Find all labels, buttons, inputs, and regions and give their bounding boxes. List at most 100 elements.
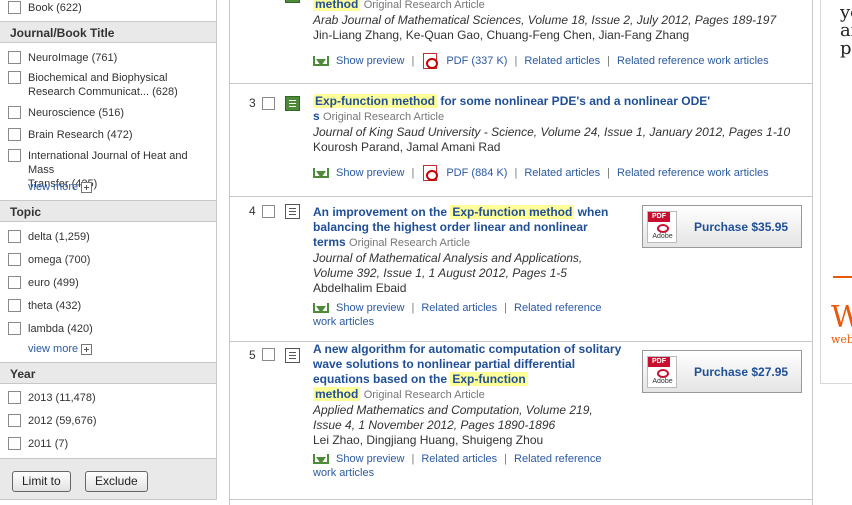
filter-topic-item[interactable]: omega (700) — [8, 253, 90, 267]
topic-view-more-link[interactable]: view more — [28, 343, 93, 355]
highlight-term[interactable]: method — [313, 387, 361, 401]
filter-year-item[interactable]: 2011 (7) — [8, 437, 68, 451]
checkbox[interactable] — [8, 106, 21, 119]
sidebar-ad-panel[interactable]: yc af pu W web — [820, 0, 852, 384]
view-more-label[interactable]: view more — [28, 181, 78, 193]
pdf-link[interactable]: PDF (337 K) — [446, 54, 507, 68]
result-title[interactable]: A new algorithm for automatic computatio… — [313, 342, 628, 357]
limit-to-button[interactable]: Limit to — [12, 471, 71, 492]
filter-label: delta (1,259) — [28, 231, 90, 243]
checkbox[interactable] — [8, 230, 21, 243]
related-reference-link[interactable]: Related reference work articles — [617, 54, 769, 68]
pdf-badge-text: PDF — [648, 212, 670, 222]
view-more-label[interactable]: view more — [28, 343, 78, 355]
checkbox[interactable] — [8, 299, 21, 312]
result-title[interactable]: An improvement on the Exp-function metho… — [313, 205, 618, 220]
checkbox[interactable] — [8, 276, 21, 289]
filter-year-item[interactable]: 2013 (11,478) — [8, 391, 96, 405]
journal-view-more-link[interactable]: view more — [28, 181, 93, 193]
highlight-term[interactable]: Exp-function method — [450, 205, 575, 219]
result-checkbox[interactable] — [262, 348, 275, 361]
purchase-label[interactable]: Purchase $35.95 — [694, 220, 788, 234]
result-title-line[interactable]: equations based on the Exp-function — [313, 372, 628, 387]
result-title-line[interactable]: s Original Research Article — [313, 109, 790, 125]
checkbox[interactable] — [8, 1, 21, 14]
show-preview-link[interactable]: Show preview — [336, 301, 404, 315]
full-text-icon[interactable] — [285, 0, 300, 3]
filter-journal-item[interactable]: NeuroImage (761) — [8, 51, 117, 65]
result-number: 3 — [249, 96, 256, 110]
filter-label: Neuroscience (516) — [28, 107, 124, 119]
highlight-term[interactable]: Exp-function — [450, 372, 528, 386]
related-reference-link[interactable]: Related reference — [514, 452, 601, 466]
show-preview-link[interactable]: Show preview — [336, 54, 404, 68]
result-checkbox[interactable] — [262, 97, 275, 110]
filter-book[interactable]: Book (622) — [8, 1, 82, 15]
checkbox[interactable] — [8, 149, 21, 162]
filter-label: 2013 (11,478) — [28, 392, 96, 404]
checkbox[interactable] — [8, 71, 21, 84]
result-checkbox[interactable] — [262, 205, 275, 218]
highlight-term[interactable]: method — [313, 0, 361, 11]
title-text[interactable]: equations based on the — [313, 372, 450, 386]
purchase-button[interactable]: PDF Adobe Purchase $35.95 — [642, 205, 802, 248]
title-text[interactable]: An improvement on the — [313, 205, 450, 219]
result-title-line[interactable]: method Original Research Article — [313, 387, 628, 403]
filter-journal-item[interactable]: Biochemical and Biophysical Research Com… — [8, 71, 178, 99]
title-text[interactable]: terms — [313, 235, 346, 249]
checkbox[interactable] — [8, 414, 21, 427]
related-articles-link[interactable]: Related articles — [524, 166, 600, 180]
title-text[interactable]: s — [313, 109, 320, 123]
related-reference-link-cont[interactable]: work articles — [313, 466, 628, 480]
result-title-line[interactable]: balancing the highest order linear and n… — [313, 220, 618, 235]
filter-journal-item[interactable]: Brain Research (472) — [8, 128, 133, 142]
expand-plus-icon[interactable] — [81, 343, 93, 355]
show-preview-icon[interactable] — [313, 301, 329, 315]
expand-plus-icon[interactable] — [81, 181, 93, 193]
full-text-icon[interactable] — [285, 96, 300, 111]
purchase-button[interactable]: PDF Adobe Purchase $27.95 — [642, 350, 802, 393]
topic-heading: Topic — [0, 200, 216, 222]
title-text[interactable]: for some nonlinear PDE's and a nonlinear… — [437, 94, 710, 108]
checkbox[interactable] — [8, 51, 21, 64]
abstract-icon[interactable] — [285, 204, 300, 219]
result-title[interactable]: method Original Research Article — [313, 0, 776, 13]
filter-year-item[interactable]: 2012 (59,676) — [8, 414, 97, 428]
show-preview-link[interactable]: Show preview — [336, 166, 404, 180]
adobe-badge-text: Adobe — [652, 378, 673, 385]
filter-topic-item[interactable]: delta (1,259) — [8, 230, 90, 244]
checkbox[interactable] — [8, 391, 21, 404]
result-title-line[interactable]: wave solutions to nonlinear partial diff… — [313, 357, 628, 372]
result-authors: Jin-Liang Zhang, Ke-Quan Gao, Chuang-Fen… — [313, 28, 690, 42]
filter-topic-item[interactable]: lambda (420) — [8, 322, 93, 336]
pdf-icon[interactable] — [423, 165, 439, 181]
related-articles-link[interactable]: Related articles — [421, 301, 497, 315]
highlight-term[interactable]: Exp-function method — [313, 94, 437, 108]
related-articles-link[interactable]: Related articles — [524, 54, 600, 68]
adobe-badge-text: Adobe — [652, 233, 673, 240]
related-reference-link-cont[interactable]: work articles — [313, 315, 618, 329]
pdf-icon[interactable] — [423, 53, 439, 69]
result-item: method Original Research Article Arab Jo… — [230, 0, 812, 84]
checkbox[interactable] — [8, 322, 21, 335]
purchase-label[interactable]: Purchase $27.95 — [694, 365, 788, 379]
related-reference-link[interactable]: Related reference — [514, 301, 601, 315]
filter-journal-item[interactable]: Neuroscience (516) — [8, 106, 124, 120]
title-text[interactable]: when — [574, 205, 609, 219]
result-title-line[interactable]: terms Original Research Article — [313, 235, 618, 251]
checkbox[interactable] — [8, 253, 21, 266]
related-articles-link[interactable]: Related articles — [421, 452, 497, 466]
checkbox[interactable] — [8, 128, 21, 141]
checkbox[interactable] — [8, 437, 21, 450]
result-title[interactable]: Exp-function method for some nonlinear P… — [313, 94, 790, 109]
related-reference-link[interactable]: Related reference work articles — [617, 166, 769, 180]
pdf-link[interactable]: PDF (884 K) — [446, 166, 507, 180]
show-preview-icon[interactable] — [313, 54, 329, 68]
show-preview-link[interactable]: Show preview — [336, 452, 404, 466]
show-preview-icon[interactable] — [313, 452, 329, 466]
filter-topic-item[interactable]: euro (499) — [8, 276, 79, 290]
abstract-icon[interactable] — [285, 348, 300, 363]
filter-topic-item[interactable]: theta (432) — [8, 299, 81, 313]
show-preview-icon[interactable] — [313, 166, 329, 180]
exclude-button[interactable]: Exclude — [85, 471, 148, 492]
